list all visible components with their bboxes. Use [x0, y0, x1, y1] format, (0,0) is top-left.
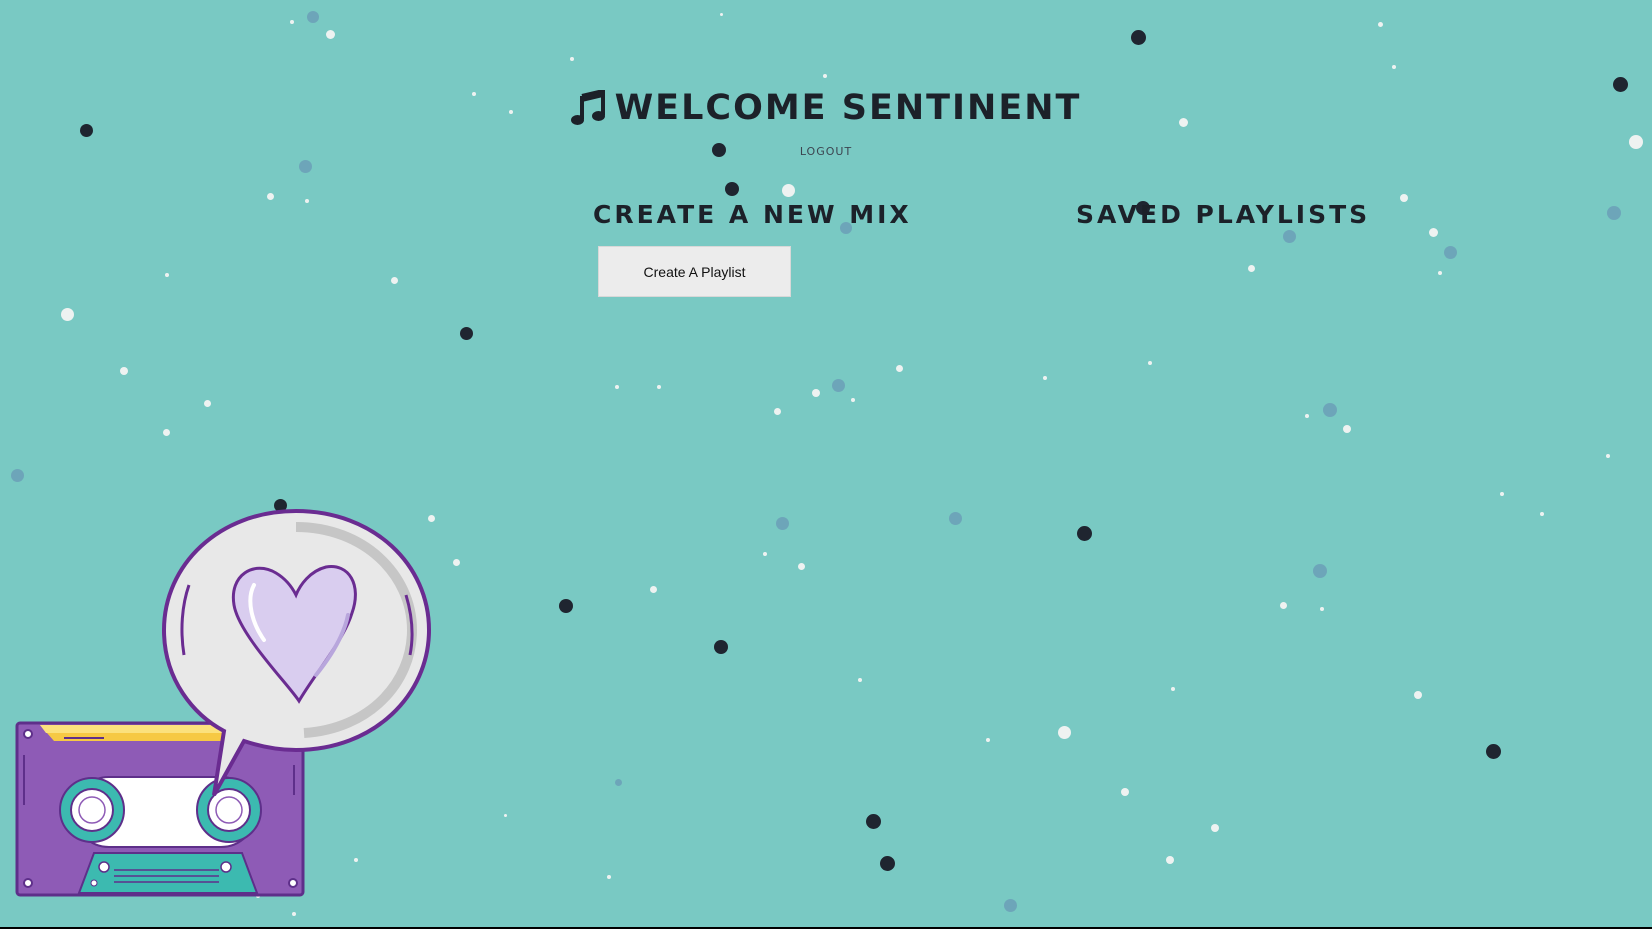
confetti-dot: [657, 385, 661, 389]
logout-link[interactable]: LOGOUT: [0, 145, 1652, 158]
confetti-dot: [895, 364, 903, 372]
confetti-dot: [781, 183, 795, 197]
page-title: WELCOME SENTINENT: [570, 88, 1082, 128]
confetti-dot: [1057, 725, 1071, 739]
confetti-dot: [459, 326, 473, 340]
confetti-dot: [1500, 492, 1504, 496]
create-playlist-button[interactable]: Create A Playlist: [598, 246, 791, 297]
confetti-dot: [823, 74, 827, 78]
confetti-dot: [1428, 227, 1438, 237]
confetti-dot: [714, 640, 728, 654]
confetti-dot: [775, 516, 789, 530]
confetti-dot: [986, 738, 990, 742]
confetti-dot: [615, 385, 619, 389]
confetti-dot: [1607, 206, 1621, 220]
confetti-dot: [1485, 743, 1501, 759]
confetti-dot: [559, 599, 573, 613]
confetti-dot: [773, 407, 781, 415]
saved-playlists-heading: SAVED PLAYLISTS: [1076, 200, 1371, 229]
confetti-dot: [1003, 898, 1017, 912]
confetti-dot: [305, 199, 309, 203]
confetti-dot: [1443, 245, 1457, 259]
confetti-dot: [614, 778, 622, 786]
confetti-dot: [649, 585, 657, 593]
confetti-dot: [1279, 601, 1287, 609]
confetti-dot: [865, 813, 881, 829]
confetti-dot: [162, 428, 170, 436]
confetti-dot: [1320, 607, 1324, 611]
confetti-dot: [165, 273, 169, 277]
create-mix-heading: CREATE A NEW MIX: [593, 200, 912, 229]
confetti-dot: [1438, 271, 1442, 275]
confetti-dot: [390, 276, 398, 284]
confetti-dot: [1076, 525, 1092, 541]
confetti-dot: [1400, 194, 1408, 202]
confetti-dot: [607, 875, 611, 879]
confetti-dot: [812, 389, 820, 397]
music-note-icon: [570, 90, 605, 126]
confetti-dot: [60, 307, 74, 321]
confetti-dot: [1540, 512, 1544, 516]
confetti-dot: [1305, 414, 1309, 418]
confetti-dot: [797, 562, 805, 570]
confetti-dot: [725, 182, 739, 196]
confetti-dot: [290, 20, 294, 24]
confetti-dot: [1130, 29, 1146, 45]
confetti-dot: [1282, 229, 1296, 243]
cassette-love-illustration: [14, 505, 434, 900]
confetti-dot: [503, 813, 507, 817]
confetti-dot: [1313, 564, 1327, 578]
confetti-dot: [1121, 788, 1129, 796]
welcome-title-text: WELCOME SENTINENT: [614, 88, 1082, 128]
confetti-dot: [1343, 425, 1351, 433]
confetti-dot: [1247, 264, 1255, 272]
confetti-dot: [1211, 824, 1219, 832]
confetti-dot: [452, 558, 460, 566]
confetti-dot: [292, 912, 296, 916]
confetti-dot: [1323, 403, 1337, 417]
confetti-dot: [1606, 454, 1610, 458]
confetti-dot: [1392, 65, 1396, 69]
confetti-dot: [858, 678, 862, 682]
confetti-dot: [831, 378, 845, 392]
page: WELCOME SENTINENT LOGOUT CREATE A NEW MI…: [0, 0, 1652, 927]
confetti-dot: [10, 468, 24, 482]
confetti-dot: [325, 29, 335, 39]
confetti-dot: [1043, 376, 1047, 380]
confetti-dot: [203, 399, 211, 407]
confetti-dot: [948, 511, 962, 525]
confetti-dot: [1377, 21, 1383, 27]
confetti-dot: [1414, 691, 1422, 699]
confetti-dot: [570, 57, 574, 61]
header: WELCOME SENTINENT LOGOUT: [0, 88, 1652, 158]
confetti-dot: [719, 12, 723, 16]
confetti-dot: [266, 192, 274, 200]
confetti-dot: [1148, 361, 1152, 365]
confetti-dot: [851, 398, 855, 402]
confetti-dot: [879, 855, 895, 871]
confetti-dot: [763, 552, 767, 556]
confetti-dot: [307, 11, 319, 23]
confetti-dot: [298, 159, 312, 173]
confetti-dot: [1171, 687, 1175, 691]
confetti-dot: [120, 367, 128, 375]
confetti-dot: [1166, 856, 1174, 864]
